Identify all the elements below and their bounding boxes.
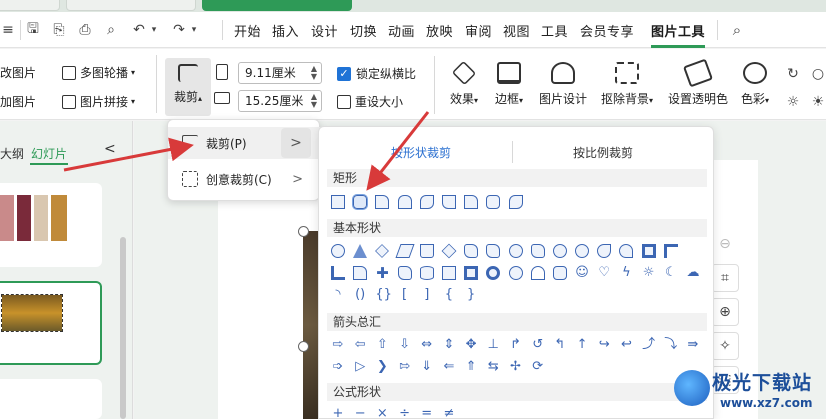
watermark-logo-icon [674,370,710,406]
watermark: 极光下载站 www.xz7.com [672,366,822,418]
watermark-url: www.xz7.com [720,396,813,410]
annotation-arrow [63,137,194,172]
watermark-title: 极光下载站 [712,372,813,394]
annotation-arrow [366,111,430,191]
annotation-arrows [63,111,430,191]
